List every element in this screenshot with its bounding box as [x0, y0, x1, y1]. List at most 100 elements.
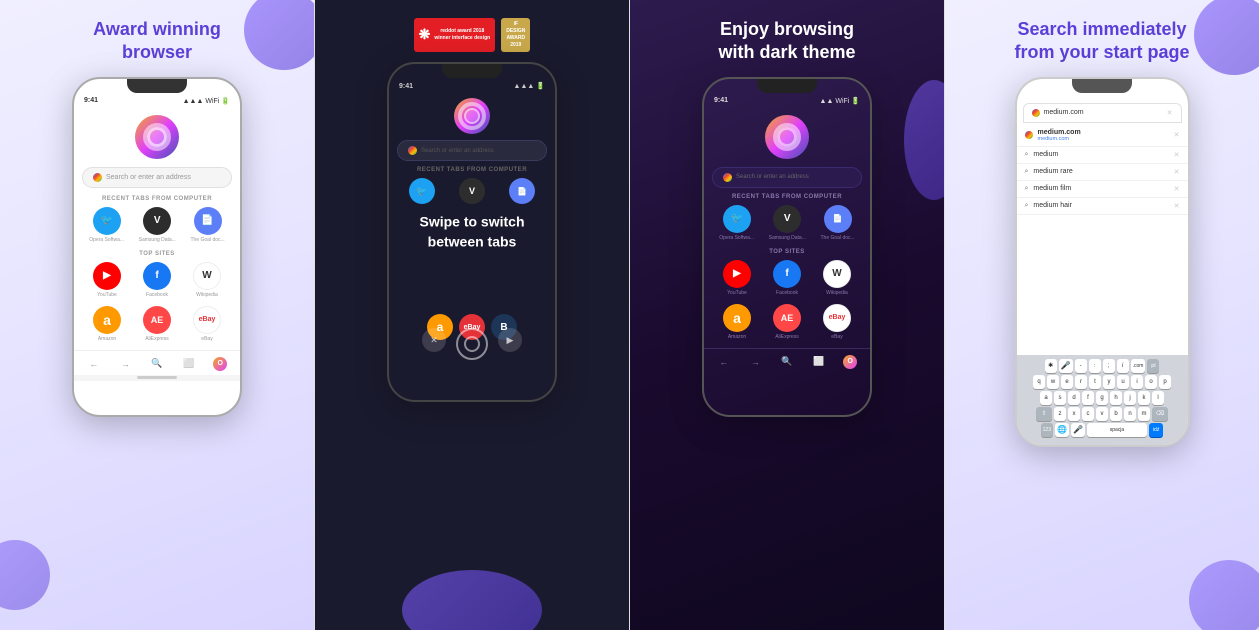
suggestion-close-4[interactable]: ✕ — [1174, 202, 1180, 210]
suggestion-g-icon-0 — [1025, 131, 1033, 139]
top-sites-purple-2: a Amazon AE AliExpress eBay eBay — [712, 304, 862, 340]
nav-forward-3[interactable]: → — [748, 355, 762, 369]
wikipedia-icon-p3: W — [823, 260, 851, 288]
nav-back-1[interactable]: ← — [87, 357, 101, 371]
app-doc-p3: 📄 The Goal doc... — [820, 205, 854, 241]
suggestion-1[interactable]: ⌕ medium ✕ — [1017, 147, 1188, 164]
kb-c[interactable]: c — [1082, 407, 1094, 421]
kb-l[interactable]: l — [1152, 391, 1164, 405]
nav-tabs-3[interactable]: ⬜ — [812, 355, 826, 369]
kb-m[interactable]: m — [1138, 407, 1150, 421]
kb-space[interactable]: spacja — [1087, 423, 1147, 437]
kb-shift[interactable]: ⇧ — [1036, 407, 1052, 421]
amazon-icon: a — [93, 306, 121, 334]
kb-comma[interactable]: ; — [1103, 359, 1115, 373]
suggestion-2[interactable]: ⌕ medium rare ✕ — [1017, 164, 1188, 181]
kb-com[interactable]: .com — [1131, 359, 1146, 373]
decoration-blob-tr — [244, 0, 314, 70]
nav-search-1[interactable]: 🔍 — [150, 357, 164, 371]
kb-n[interactable]: n — [1124, 407, 1136, 421]
time-1: 9:41 — [84, 97, 98, 104]
kb-delete[interactable]: ⌫ — [1152, 407, 1168, 421]
suggestion-4[interactable]: ⌕ medium hair ✕ — [1017, 198, 1188, 215]
opera-logo-1 — [135, 115, 179, 159]
kb-pl[interactable]: pl — [1147, 359, 1159, 373]
google-icon-3 — [723, 173, 732, 182]
kb-r[interactable]: r — [1075, 375, 1087, 389]
kb-a[interactable]: a — [1040, 391, 1052, 405]
kb-u[interactable]: u — [1117, 375, 1129, 389]
kb-f[interactable]: f — [1082, 391, 1094, 405]
swipe-btn-play[interactable]: ▶ — [498, 328, 522, 352]
search-placeholder-1: Search or enter an address — [106, 174, 191, 181]
nav-tabs-1[interactable]: ⬜ — [182, 357, 196, 371]
app-vv-p3: V Samsung Data... — [769, 205, 806, 241]
phone-mockup-2: 9:41 ▲▲▲ 🔋 Search or enter an address RE… — [387, 62, 557, 402]
kb-z[interactable]: z — [1054, 407, 1066, 421]
kb-i2[interactable]: i — [1131, 375, 1143, 389]
kb-dot-slash[interactable]: : — [1089, 359, 1101, 373]
kb-s[interactable]: s — [1054, 391, 1066, 405]
kb-d[interactable]: d — [1068, 391, 1080, 405]
app-samsung: V Samsung Data... — [139, 207, 176, 243]
swipe-btn-x[interactable]: ✕ — [422, 328, 446, 352]
ebay-icon: eBay — [193, 306, 221, 334]
youtube-icon: ▶ — [93, 262, 121, 290]
kb-k[interactable]: k — [1138, 391, 1150, 405]
app-facebook: f Facebook — [143, 262, 171, 298]
suggestion-0[interactable]: medium.com medium.com ✕ — [1017, 125, 1188, 147]
kb-return[interactable]: idź — [1149, 423, 1163, 437]
suggestion-close-2[interactable]: ✕ — [1174, 168, 1180, 176]
app-amazon: a Amazon — [93, 306, 121, 342]
suggestion-close-3[interactable]: ✕ — [1174, 185, 1180, 193]
kb-q[interactable]: q — [1033, 375, 1045, 389]
search-bar-2[interactable]: Search or enter an address — [397, 140, 547, 161]
kb-123[interactable]: 123 — [1041, 423, 1053, 437]
bottom-nav-3: ← → 🔍 ⬜ O — [704, 348, 870, 373]
suggestion-close-0[interactable]: ✕ — [1174, 131, 1180, 139]
kb-row-3: ⇧ z x c v b n m ⌫ — [1019, 407, 1186, 421]
section-label-1: RECENT TABS FROM COMPUTER — [82, 196, 232, 202]
kb-w[interactable]: w — [1047, 375, 1059, 389]
nav-back-3[interactable]: ← — [717, 355, 731, 369]
kb-h[interactable]: h — [1110, 391, 1122, 405]
time-2: 9:41 — [399, 83, 413, 90]
kb-o[interactable]: o — [1145, 375, 1157, 389]
kb-special-row: ✱ 🎤 - : ; i .com pl — [1019, 359, 1186, 373]
opera-logo-3 — [765, 115, 809, 159]
google-icon-p4 — [1032, 109, 1040, 117]
kb-p[interactable]: p — [1159, 375, 1171, 389]
amazon-icon-p3: a — [723, 304, 751, 332]
kb-e[interactable]: e — [1061, 375, 1073, 389]
suggestion-close-1[interactable]: ✕ — [1174, 151, 1180, 159]
kb-i[interactable]: i — [1117, 359, 1129, 373]
kb-g[interactable]: g — [1096, 391, 1108, 405]
kb-j[interactable]: j — [1124, 391, 1136, 405]
nav-search-3[interactable]: 🔍 — [780, 355, 794, 369]
recent-tabs-row: 🐦 Opera Softwa... V Samsung Data... 📄 Th… — [82, 207, 232, 243]
search-bar-3[interactable]: Search or enter an address — [712, 167, 862, 188]
kb-mic-key[interactable]: 🎤 — [1059, 359, 1073, 373]
swipe-circle[interactable] — [456, 328, 488, 360]
nav-forward-1[interactable]: → — [118, 357, 132, 371]
nav-opera-3[interactable]: O — [843, 355, 857, 369]
kb-y[interactable]: y — [1103, 375, 1115, 389]
kb-t[interactable]: t — [1089, 375, 1101, 389]
recent-tabs-purple: 🐦 Opera Softwa... V Samsung Data... 📄 Th… — [712, 205, 862, 241]
kb-asterisk[interactable]: ✱ — [1045, 359, 1057, 373]
kb-slash[interactable]: - — [1075, 359, 1087, 373]
search-bar-1[interactable]: Search or enter an address — [82, 167, 232, 188]
kb-v[interactable]: v — [1096, 407, 1108, 421]
kb-globe-key[interactable]: 🌐 — [1055, 423, 1069, 437]
kb-b[interactable]: b — [1110, 407, 1122, 421]
recent-tabs-dark: 🐦 V 📄 — [397, 178, 547, 204]
suggestion-3[interactable]: ⌕ medium film ✕ — [1017, 181, 1188, 198]
keyboard-container: ✱ 🎤 - : ; i .com pl q w e r t y u i o p — [1017, 355, 1188, 445]
aliexpress-icon-p3: AE — [773, 304, 801, 332]
opera-logo-2 — [454, 98, 490, 134]
kb-mic-key-2[interactable]: 🎤 — [1071, 423, 1085, 437]
kb-x[interactable]: x — [1068, 407, 1080, 421]
search-bar-p4[interactable]: medium.com ✕ — [1023, 103, 1182, 123]
nav-opera-1[interactable]: O — [213, 357, 227, 371]
search-clear-p4[interactable]: ✕ — [1167, 109, 1173, 117]
